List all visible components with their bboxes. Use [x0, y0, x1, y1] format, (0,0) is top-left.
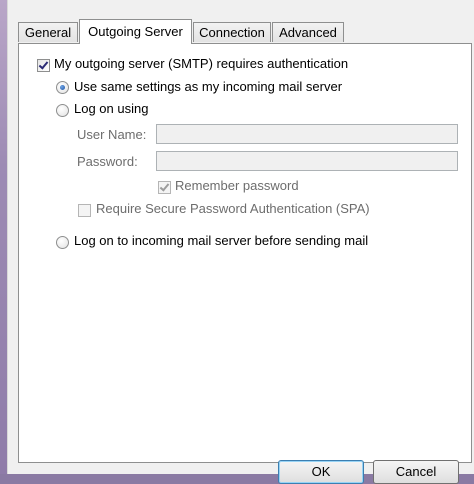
user-name-label: User Name: — [77, 127, 147, 142]
password-field[interactable] — [156, 151, 458, 171]
log-on-using-label[interactable]: Log on using — [74, 101, 148, 116]
log-on-incoming-radio[interactable] — [56, 236, 69, 249]
smtp-auth-label[interactable]: My outgoing server (SMTP) requires authe… — [54, 56, 348, 71]
smtp-auth-checkbox[interactable] — [37, 59, 50, 72]
remember-password-label: Remember password — [175, 178, 299, 193]
tab-connection[interactable]: Connection — [193, 22, 271, 42]
log-on-incoming-label[interactable]: Log on to incoming mail server before se… — [74, 233, 368, 248]
ok-button[interactable]: OK — [278, 460, 364, 484]
spa-label: Require Secure Password Authentication (… — [96, 201, 370, 216]
tab-advanced[interactable]: Advanced — [272, 22, 344, 42]
tab-outgoing-server[interactable]: Outgoing Server — [79, 19, 192, 44]
use-same-settings-radio[interactable] — [56, 81, 69, 94]
account-settings-dialog: General Outgoing Server Connection Advan… — [7, 0, 474, 484]
user-name-field[interactable] — [156, 124, 458, 144]
cancel-button[interactable]: Cancel — [373, 460, 459, 484]
password-label: Password: — [77, 154, 138, 169]
outgoing-server-panel: My outgoing server (SMTP) requires authe… — [18, 43, 472, 463]
spa-checkbox[interactable] — [78, 204, 91, 217]
tab-general[interactable]: General — [18, 22, 78, 42]
use-same-settings-label[interactable]: Use same settings as my incoming mail se… — [74, 79, 342, 94]
log-on-using-radio[interactable] — [56, 104, 69, 117]
remember-password-checkbox[interactable] — [158, 181, 171, 194]
